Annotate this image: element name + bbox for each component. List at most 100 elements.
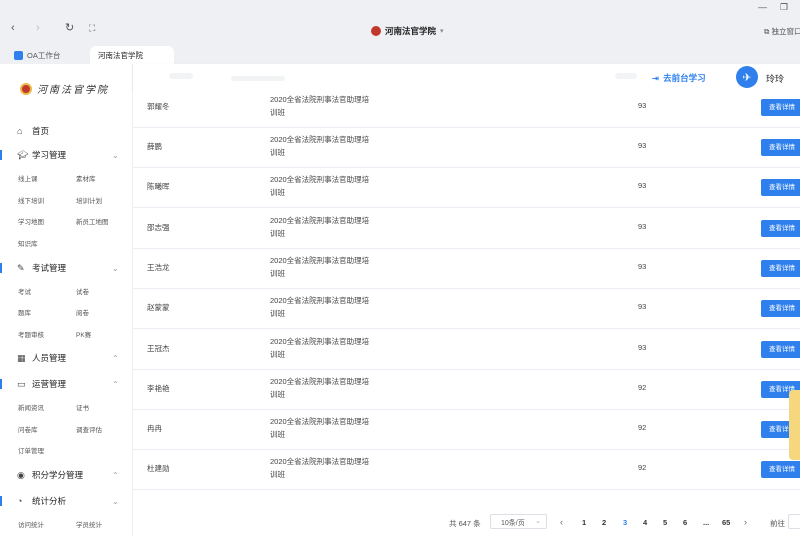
cell-score: 93 — [638, 222, 647, 231]
expand-button[interactable]: ⛶ — [89, 22, 95, 34]
logo: 河南法官学院 — [20, 81, 109, 96]
cell-score: 93 — [638, 262, 647, 271]
page-number-current[interactable]: 3 — [623, 518, 627, 527]
pagination: 共 647 条 10条/页 ⌄ ‹ 1 2 3 4 5 6 ... 65 › 前… — [133, 508, 800, 536]
page-number[interactable]: 2 — [602, 518, 606, 527]
address-bar[interactable]: 河南法官学院 ▾ — [371, 25, 444, 37]
view-details-button[interactable]: 查看详情 — [761, 179, 800, 196]
page-number[interactable]: 6 — [683, 518, 687, 527]
standalone-window-button[interactable]: ⧉ 独立窗口 — [764, 26, 800, 37]
cell-name: 冉冉 — [147, 424, 162, 433]
go-front-desk-button[interactable]: ⇥ 去前台学习 — [652, 72, 706, 84]
active-indicator — [0, 379, 2, 389]
cell-class-line: 训班 — [270, 148, 285, 157]
cell-score: 93 — [638, 101, 647, 110]
cell-score: 92 — [638, 463, 647, 472]
cell-class-line: 训班 — [270, 229, 285, 238]
submenu-item[interactable]: PK赛 — [76, 329, 91, 339]
sidebar-item-exam[interactable]: ✎ 考试管理 ⌄ — [0, 259, 132, 277]
page-number[interactable]: 4 — [643, 518, 647, 527]
submenu-item[interactable]: 素材库 — [76, 173, 96, 183]
view-details-button[interactable]: 查看详情 — [761, 99, 800, 116]
minimize-icon[interactable]: — — [758, 2, 767, 12]
submenu-item[interactable]: 调查评估 — [76, 424, 102, 434]
view-details-button[interactable]: 查看详情 — [761, 461, 800, 478]
submenu-item[interactable]: 题库 — [18, 307, 31, 317]
sidebar-item-home[interactable]: ⌂ 首页 — [0, 122, 132, 140]
cell-class: 2020全省法院刑事法官助理培 训班 — [270, 93, 390, 119]
goto-page-input[interactable] — [788, 514, 800, 529]
sidebar-item-label: 学习管理 — [32, 150, 67, 160]
active-indicator — [0, 150, 2, 160]
view-details-button[interactable]: 查看详情 — [761, 341, 800, 358]
page-ellipsis[interactable]: ... — [703, 518, 709, 527]
page-number[interactable]: 65 — [722, 518, 730, 527]
view-details-button[interactable]: 查看详情 — [761, 139, 800, 156]
sidebar-item-ops[interactable]: ▭ 运营管理 ⌃ — [0, 375, 132, 393]
cell-class-line: 2020全省法院刑事法官助理培 — [270, 337, 370, 346]
cell-class-line: 训班 — [270, 350, 285, 359]
submenu-item[interactable]: 线下培训 — [18, 195, 44, 205]
chart-icon: ◔ — [17, 496, 23, 506]
cell-score: 93 — [638, 343, 647, 352]
tab-court-academy[interactable]: 河南法官学院 — [90, 46, 174, 64]
tab-oa[interactable]: OA工作台 — [6, 46, 68, 64]
browser-toolbar: — ❐ ‹ › ↻ ⛶ 河南法官学院 ▾ ⧉ 独立窗口 — [0, 0, 800, 44]
floating-side-tab[interactable] — [789, 390, 800, 460]
submenu-item[interactable]: 订单管理 — [18, 445, 44, 455]
table-row: 薛鹏 2020全省法院刑事法官助理培 训班 93 查看详情 — [133, 128, 800, 168]
page-number[interactable]: 5 — [663, 518, 667, 527]
cell-class-line: 2020全省法院刑事法官助理培 — [270, 296, 370, 305]
restore-icon[interactable]: ❐ — [780, 2, 788, 13]
next-page-button[interactable]: › — [744, 517, 747, 527]
avatar[interactable]: ✈ — [736, 66, 758, 88]
submenu-item[interactable]: 问卷库 — [18, 424, 38, 434]
cell-name: 陈曦晖 — [147, 182, 170, 191]
header-placeholder — [231, 76, 285, 81]
cell-score: 93 — [638, 141, 647, 150]
cell-name: 王浩龙 — [147, 263, 170, 272]
prev-page-button[interactable]: ‹ — [560, 517, 563, 527]
cell-score: 92 — [638, 383, 647, 392]
cell-score: 92 — [638, 423, 647, 432]
submenu-item[interactable]: 访问统计 — [18, 519, 44, 529]
table-row: 邵志强 2020全省法院刑事法官助理培 训班 93 查看详情 — [133, 209, 800, 249]
cell-score: 93 — [638, 302, 647, 311]
page-number[interactable]: 1 — [582, 518, 586, 527]
sidebar-item-label: 积分学分管理 — [32, 470, 84, 480]
page-size-select[interactable]: 10条/页 ⌄ — [490, 514, 547, 529]
submenu-item[interactable]: 新闻资讯 — [18, 402, 44, 412]
court-emblem-icon — [20, 82, 32, 95]
cell-class-line: 训班 — [270, 470, 285, 479]
exit-icon: ⇥ — [652, 72, 660, 83]
submenu-item[interactable]: 阅卷 — [76, 307, 89, 317]
submenu-item[interactable]: 培训计划 — [76, 195, 102, 205]
submenu-item[interactable]: 知识库 — [18, 238, 38, 248]
view-details-button[interactable]: 查看详情 — [761, 260, 800, 277]
monitor-icon: ▭ — [17, 378, 26, 389]
cell-class: 2020全省法院刑事法官助理培 训班 — [270, 455, 390, 481]
submenu-item[interactable]: 学员统计 — [76, 519, 102, 529]
chevron-up-icon: ⌃ — [112, 353, 119, 363]
submenu-item[interactable]: 学习地图 — [18, 216, 44, 226]
submenu-item[interactable]: 新员工地图 — [76, 216, 109, 226]
username[interactable]: 玲玲 — [766, 72, 784, 85]
sidebar-item-people[interactable]: ▦ 人员管理 ⌃ — [0, 349, 132, 367]
sidebar-item-study[interactable]: 🎓︎ 学习管理 ⌄ — [0, 146, 132, 164]
back-button[interactable]: ‹ — [11, 22, 15, 34]
reload-button[interactable]: ↻ — [65, 22, 74, 34]
points-icon: ◉ — [17, 469, 25, 480]
forward-button[interactable]: › — [36, 22, 40, 34]
view-details-button[interactable]: 查看详情 — [761, 300, 800, 317]
sidebar-item-label: 考试管理 — [32, 263, 67, 273]
cell-class-line: 训班 — [270, 269, 285, 278]
sidebar-item-stats[interactable]: ◔ 统计分析 ⌄ — [0, 492, 132, 510]
submenu-item[interactable]: 考题审核 — [18, 329, 44, 339]
submenu-item[interactable]: 考试 — [18, 286, 31, 296]
submenu-item[interactable]: 证书 — [76, 402, 89, 412]
submenu-item[interactable]: 试卷 — [76, 286, 89, 296]
cell-class: 2020全省法院刑事法官助理培 训班 — [270, 214, 390, 240]
sidebar-item-points[interactable]: ◉ 积分学分管理 ⌃ — [0, 466, 132, 484]
view-details-button[interactable]: 查看详情 — [761, 220, 800, 237]
submenu-item[interactable]: 线上课 — [18, 173, 38, 183]
